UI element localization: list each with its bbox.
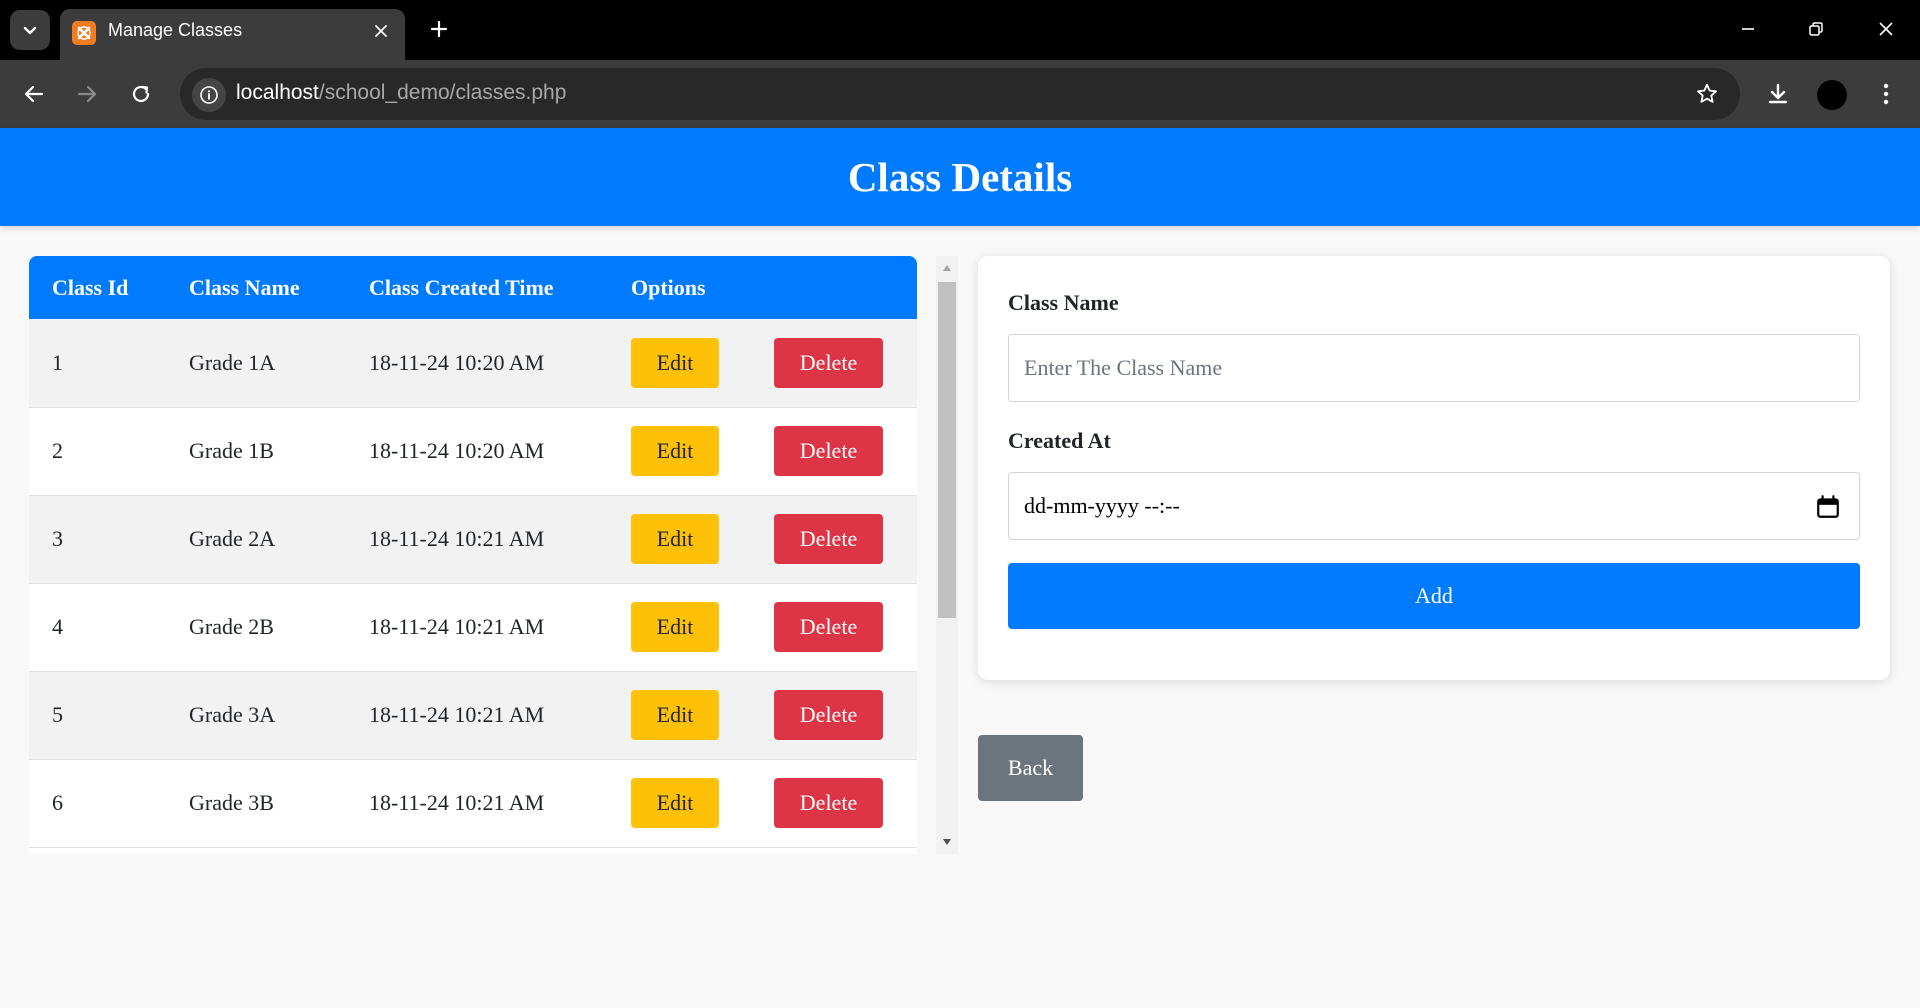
arrow-right-icon: [77, 85, 97, 103]
page-header: Class Details: [0, 128, 1920, 226]
column-header-empty: [751, 256, 917, 319]
table-row: 5 Grade 3A 18-11-24 10:21 AM Edit Delete: [29, 671, 917, 760]
cell-class-id: 4: [29, 583, 166, 672]
created-at-value: dd-mm-yyyy --:--: [1024, 493, 1180, 518]
download-icon: [1768, 83, 1788, 104]
cell-class-id: 6: [29, 759, 166, 848]
url-path: /school_demo/classes.php: [318, 81, 567, 104]
cell-created-time: 18-11-24 10:20 AM: [346, 407, 608, 496]
delete-button[interactable]: Delete: [774, 602, 883, 652]
cell-created-time: 18-11-24 10:21 AM: [346, 759, 608, 848]
tab-search-button[interactable]: [10, 10, 50, 50]
edit-button[interactable]: Edit: [631, 602, 719, 652]
reload-icon: [132, 85, 150, 103]
class-name-placeholder: Enter The Class Name: [1024, 355, 1223, 380]
class-table: Class Id Class Name Class Created Time O…: [29, 256, 917, 848]
table-row: 1 Grade 1A 18-11-24 10:20 AM Edit Delete: [29, 319, 917, 408]
xampp-icon: [72, 21, 96, 45]
url-host: localhost: [236, 81, 319, 104]
avatar[interactable]: [1817, 80, 1847, 110]
browser-toolbar: localhost/school_demo/classes.php: [0, 60, 1920, 128]
cell-class-name: Grade 2B: [166, 583, 346, 672]
chevron-down-icon: [23, 26, 37, 35]
browser-tab-active[interactable]: Manage Classes: [60, 9, 405, 60]
table-row: 6 Grade 3B 18-11-24 10:21 AM Edit Delete: [29, 759, 917, 848]
calendar-icon[interactable]: [1815, 494, 1841, 520]
edit-button[interactable]: Edit: [631, 426, 719, 476]
close-icon: [1879, 22, 1893, 36]
delete-button[interactable]: Delete: [774, 778, 883, 828]
class-table-container[interactable]: Class Id Class Name Class Created Time O…: [29, 256, 917, 854]
column-header-options: Options: [631, 274, 706, 300]
downloads-button[interactable]: [1762, 78, 1794, 110]
tab-title: Manage Classes: [108, 20, 243, 40]
plus-icon: [430, 20, 448, 38]
close-icon[interactable]: [369, 19, 393, 43]
edit-button[interactable]: Edit: [631, 337, 719, 388]
cell-class-name: Grade 1B: [166, 407, 346, 496]
forward-nav-button[interactable]: [71, 78, 103, 110]
restore-icon: [1809, 22, 1823, 36]
browser-tab-bar: Manage Classes: [0, 0, 1920, 60]
cell-class-id: 5: [29, 671, 166, 760]
edit-button[interactable]: Edit: [631, 690, 719, 740]
delete-button[interactable]: Delete: [774, 337, 883, 388]
cell-class-name: Grade 1A: [166, 319, 346, 408]
table-row: 4 Grade 2B 18-11-24 10:21 AM Edit Delete: [29, 583, 917, 672]
table-row: 2 Grade 1B 18-11-24 10:20 AM Edit Delete: [29, 407, 917, 496]
reload-button[interactable]: [125, 78, 157, 110]
scroll-down-arrow-icon[interactable]: [936, 832, 958, 852]
class-name-label: Class Name: [1008, 290, 1119, 315]
url-text: localhost/school_demo/classes.php: [236, 81, 566, 105]
class-name-input[interactable]: Enter The Class Name: [1008, 334, 1860, 402]
info-icon[interactable]: [192, 78, 226, 112]
cell-created-time: 18-11-24 10:21 AM: [346, 495, 608, 584]
cell-class-id: 3: [29, 495, 166, 584]
page-title: Class Details: [847, 154, 1073, 200]
cell-created-time: 18-11-24 10:21 AM: [346, 583, 608, 672]
cell-created-time: 18-11-24 10:20 AM: [346, 319, 608, 408]
add-class-form: Class Name Enter The Class Name Created …: [978, 256, 1890, 680]
scrollbar-thumb[interactable]: [938, 282, 956, 618]
column-header-class-name: Class Name: [189, 274, 300, 300]
delete-button[interactable]: Delete: [774, 426, 883, 476]
arrow-left-icon: [24, 85, 44, 103]
star-icon[interactable]: [1694, 81, 1720, 107]
created-at-input[interactable]: dd-mm-yyyy --:--: [1008, 472, 1860, 540]
cell-class-name: Grade 2A: [166, 495, 346, 584]
address-bar[interactable]: localhost/school_demo/classes.php: [180, 68, 1740, 120]
browser-menu-button[interactable]: [1870, 78, 1902, 110]
add-button[interactable]: Add: [1008, 563, 1860, 629]
new-tab-button[interactable]: [424, 14, 454, 44]
back-button[interactable]: Back: [978, 735, 1083, 801]
delete-button[interactable]: Delete: [774, 690, 883, 740]
delete-button[interactable]: Delete: [774, 514, 883, 564]
minimize-button[interactable]: [1733, 14, 1763, 44]
table-row: 3 Grade 2A 18-11-24 10:21 AM Edit Delete: [29, 495, 917, 584]
cell-class-name: Grade 3A: [166, 671, 346, 760]
cell-class-id: 1: [29, 319, 166, 408]
cell-class-id: 2: [29, 407, 166, 496]
kebab-menu-icon: [1883, 83, 1889, 105]
cell-created-time: 18-11-24 10:21 AM: [346, 671, 608, 760]
edit-button[interactable]: Edit: [631, 778, 719, 828]
created-at-label: Created At: [1008, 428, 1111, 453]
table-header-row: Class Id Class Name Class Created Time O…: [29, 256, 917, 319]
close-window-button[interactable]: [1871, 14, 1901, 44]
minimize-icon: [1742, 28, 1754, 30]
column-header-class-id: Class Id: [52, 274, 129, 300]
scroll-up-arrow-icon[interactable]: [936, 258, 958, 278]
edit-button[interactable]: Edit: [631, 514, 719, 564]
column-header-created-time: Class Created Time: [369, 274, 554, 300]
restore-button[interactable]: [1801, 14, 1831, 44]
table-scrollbar[interactable]: [936, 256, 958, 854]
cell-class-name: Grade 3B: [166, 759, 346, 848]
back-nav-button[interactable]: [18, 78, 50, 110]
